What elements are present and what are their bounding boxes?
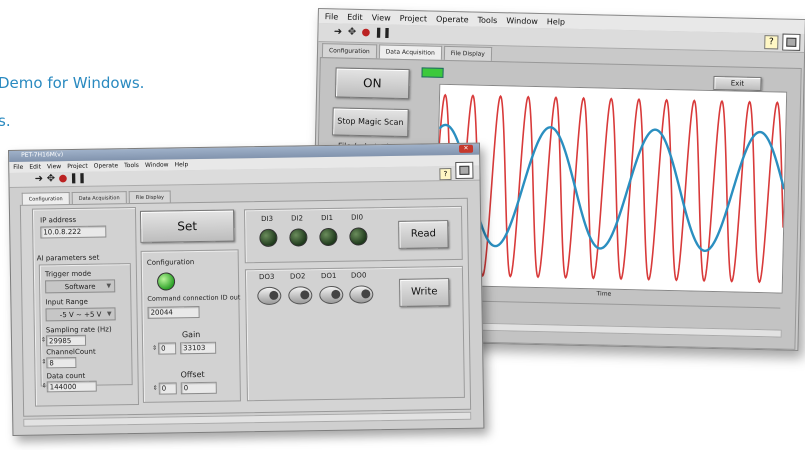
menu-project[interactable]: Project	[67, 163, 88, 170]
menu-operate[interactable]: Operate	[94, 162, 119, 169]
menu-edit[interactable]: Edit	[347, 13, 363, 22]
ai-params-label: AI parameters set	[36, 253, 100, 263]
run-arrow-icon[interactable]: ➜	[33, 173, 44, 184]
di2-label: DI2	[291, 214, 304, 223]
run-arrow-icon[interactable]: ➜	[332, 26, 343, 37]
waveform-plot	[438, 93, 786, 284]
command-connection-label: Command connection ID out	[147, 293, 241, 303]
configuration-window: PET-7H16M(v) ✕ File Edit View Project Op…	[8, 142, 485, 436]
menu-help[interactable]: Help	[175, 161, 189, 168]
input-range-label: Input Range	[45, 297, 89, 307]
offset-label: Offset	[180, 369, 205, 380]
run-continuous-icon[interactable]: ✥	[346, 27, 357, 38]
status-led	[421, 67, 444, 78]
chevron-down-icon: ▼	[106, 310, 112, 318]
di1-label: DI1	[321, 213, 334, 223]
do2-label: DO2	[289, 272, 306, 281]
pause-icon[interactable]: ❚❚	[374, 27, 391, 38]
trigger-mode-label: Trigger mode	[44, 269, 92, 279]
caption-line-1: Demo for Windows.	[0, 74, 145, 92]
do1-label: DO1	[320, 271, 337, 281]
menu-operate[interactable]: Operate	[436, 15, 469, 25]
menu-window[interactable]: Window	[506, 16, 538, 26]
configuration-label: Configuration	[146, 258, 195, 267]
menu-file[interactable]: File	[13, 164, 23, 171]
offset-index-field[interactable]: 0	[158, 382, 177, 395]
menu-view[interactable]: View	[372, 13, 391, 22]
help-icon[interactable]: ?	[764, 35, 779, 50]
menu-view[interactable]: View	[47, 163, 61, 170]
window-title: PET-7H16M(v)	[21, 151, 64, 159]
close-icon[interactable]: ✕	[458, 144, 474, 153]
vi-icon	[782, 33, 801, 51]
ip-address-label: IP address	[40, 215, 77, 225]
ip-address-field[interactable]: 10.0.8.222	[40, 225, 107, 239]
gain-spinner-icon[interactable]: ⇕	[152, 345, 157, 352]
tab-file-display[interactable]: File Display	[443, 45, 493, 61]
abort-icon[interactable]: ●	[360, 27, 371, 38]
on-button[interactable]: ON	[334, 67, 410, 100]
stop-magic-scan-button[interactable]: Stop Magic Scan	[332, 107, 409, 138]
configuration-panel	[140, 249, 241, 403]
caption-line-2: s.	[0, 112, 11, 130]
channel-count-label: ChannelCount	[46, 347, 96, 357]
set-button[interactable]: Set	[139, 209, 235, 243]
data-count-label: Data count	[46, 371, 86, 381]
x-axis-label: Time	[596, 290, 612, 298]
sampling-rate-field[interactable]: 29985	[45, 334, 87, 347]
slow-sine-series	[438, 123, 786, 253]
menu-help[interactable]: Help	[547, 17, 565, 26]
pause-icon[interactable]: ❚❚	[69, 173, 86, 184]
gain-label: Gain	[181, 330, 201, 340]
waveform-graph	[434, 83, 788, 294]
input-range-value: -5 V ~ +5 V	[59, 310, 102, 320]
di3-label: DI3	[261, 214, 274, 224]
do3-label: DO3	[258, 272, 275, 282]
menu-edit[interactable]: Edit	[29, 163, 41, 170]
run-continuous-icon[interactable]: ✥	[45, 173, 56, 184]
data-count-field[interactable]: 144000	[46, 380, 97, 393]
menu-project[interactable]: Project	[400, 14, 428, 24]
menu-window[interactable]: Window	[145, 161, 169, 168]
help-icon[interactable]: ?	[439, 168, 452, 181]
di0-label: DI0	[351, 213, 364, 222]
vi-icon	[455, 161, 474, 179]
menu-tools[interactable]: Tools	[124, 162, 139, 169]
read-button[interactable]: Read	[398, 220, 449, 249]
tab-data-acquisition[interactable]: Data Acquisition	[378, 44, 442, 60]
write-button[interactable]: Write	[399, 278, 450, 307]
menu-file[interactable]: File	[325, 12, 339, 21]
offset-spinner-icon[interactable]: ⇕	[153, 385, 158, 392]
exit-button[interactable]: Exit	[713, 75, 762, 92]
tab-configuration[interactable]: Configuration	[321, 43, 377, 59]
chevron-down-icon: ▼	[106, 282, 112, 290]
do0-label: DO0	[350, 271, 367, 280]
sampling-rate-label: Sampling rate (Hz)	[45, 325, 112, 335]
trigger-mode-value: Software	[64, 282, 96, 292]
offset-value-field[interactable]: 0	[180, 381, 217, 395]
gain-index-field[interactable]: 0	[158, 342, 177, 355]
channel-count-field[interactable]: 8	[46, 356, 77, 369]
trigger-mode-select[interactable]: Software ▼	[45, 279, 116, 294]
input-range-select[interactable]: -5 V ~ +5 V ▼	[45, 307, 116, 322]
abort-icon[interactable]: ●	[57, 173, 68, 184]
menu-tools[interactable]: Tools	[477, 16, 497, 25]
gain-value-field[interactable]: 33103	[180, 341, 217, 355]
command-connection-field[interactable]: 20044	[147, 306, 200, 319]
